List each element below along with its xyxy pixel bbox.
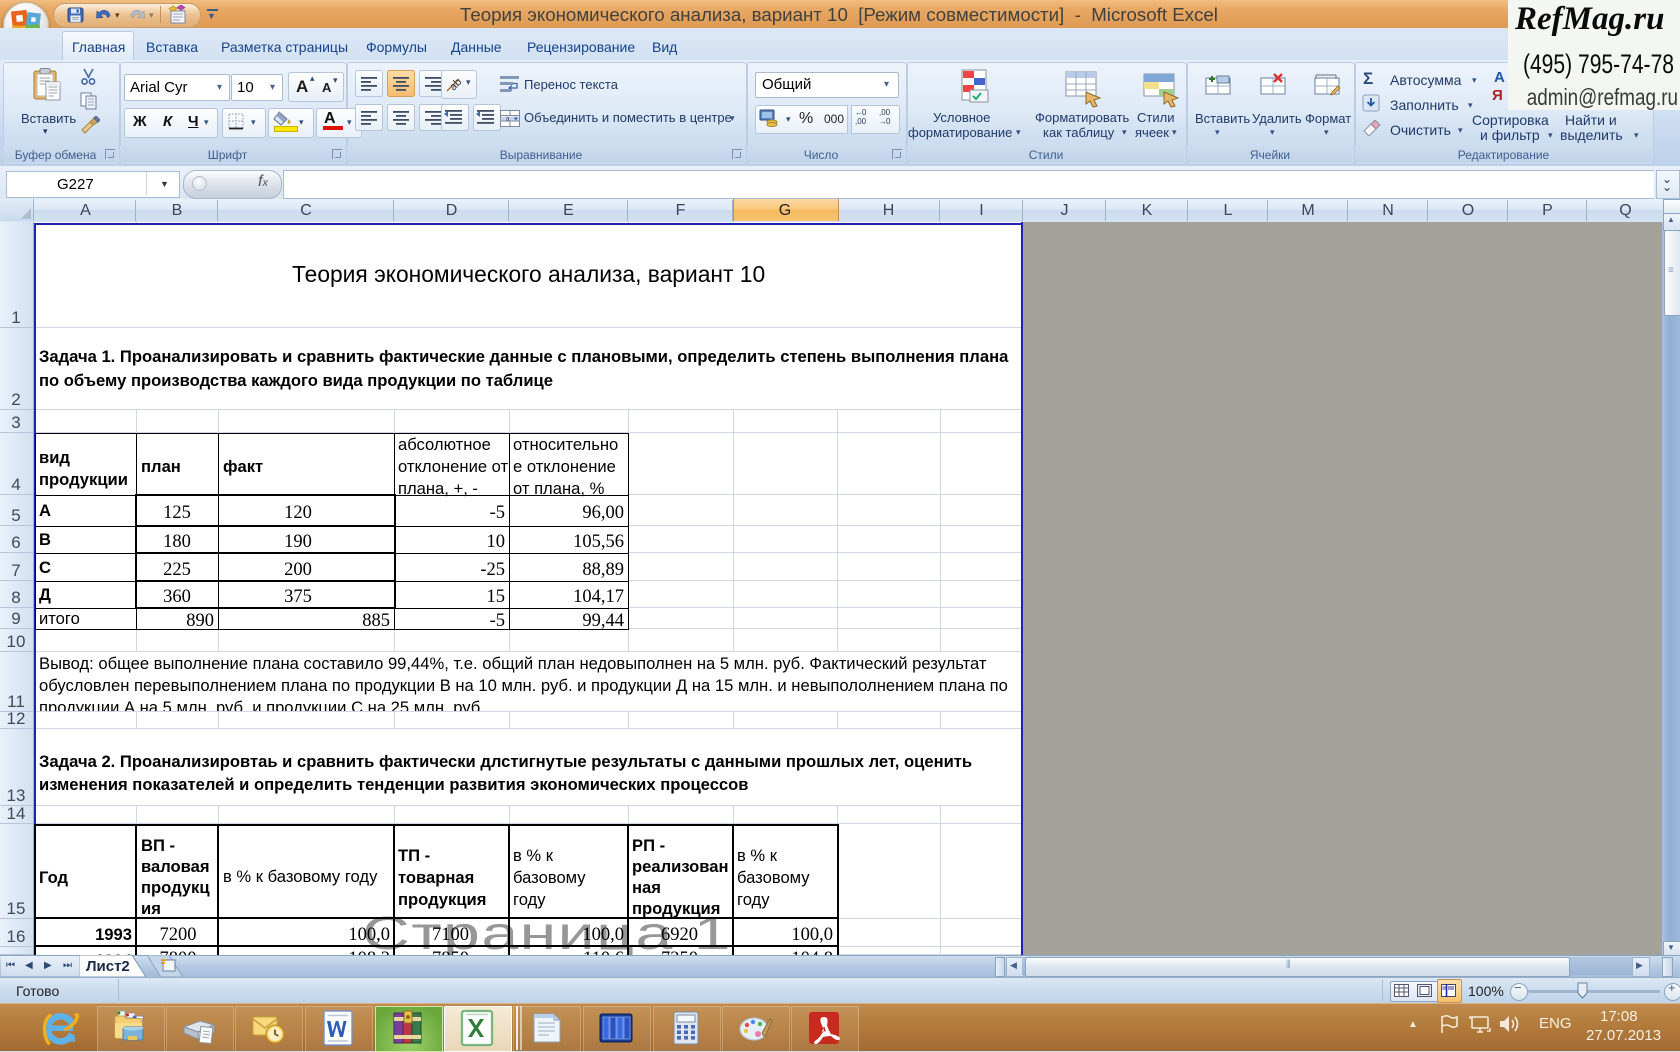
svg-text:ab: ab (447, 76, 464, 93)
